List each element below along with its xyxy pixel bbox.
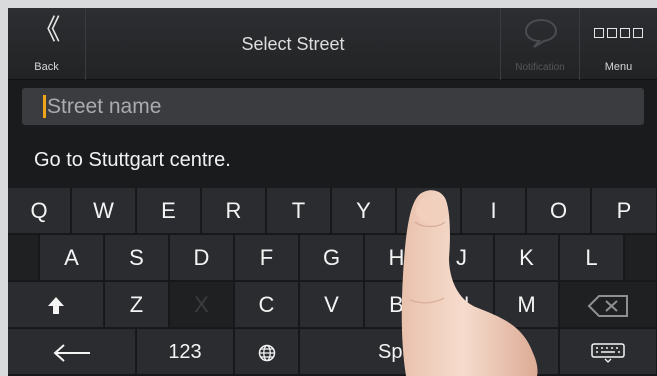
key-h[interactable]: H xyxy=(365,235,429,281)
key-l[interactable]: L xyxy=(560,235,624,281)
key-i[interactable]: I xyxy=(462,188,526,234)
hide-keyboard-key[interactable] xyxy=(560,329,657,375)
key-t[interactable]: T xyxy=(267,188,331,234)
key-w[interactable]: W xyxy=(72,188,136,234)
shift-key[interactable] xyxy=(8,282,104,328)
key-j[interactable]: J xyxy=(430,235,494,281)
numbers-key[interactable]: 123 xyxy=(137,329,234,375)
four-squares-icon xyxy=(580,28,657,40)
key-p[interactable]: P xyxy=(592,188,657,234)
notification-label: Notification xyxy=(515,62,565,73)
key-d[interactable]: D xyxy=(170,235,234,281)
notification-button[interactable]: Notification xyxy=(500,8,579,80)
back-label: Back xyxy=(34,61,59,73)
key-c[interactable]: C xyxy=(235,282,299,328)
backspace-icon xyxy=(587,295,628,318)
key-q[interactable]: Q xyxy=(8,188,71,234)
shift-arrow-icon xyxy=(47,297,64,315)
key-m[interactable]: M xyxy=(495,282,559,328)
key-k[interactable]: K xyxy=(495,235,559,281)
speech-bubble-icon xyxy=(524,18,558,48)
page-title: Select Street xyxy=(241,34,345,54)
key-spacer-left xyxy=(8,235,39,281)
keyboard-icon xyxy=(591,343,625,364)
language-key[interactable] xyxy=(235,329,299,375)
on-screen-keyboard: Q W E R T Y U I O P A S D F G H J K L Z … xyxy=(8,188,657,376)
header-bar: 《 Back Select Street Notification Menu xyxy=(8,8,657,80)
key-g[interactable]: G xyxy=(300,235,364,281)
key-y[interactable]: Y xyxy=(332,188,396,234)
key-s[interactable]: S xyxy=(105,235,169,281)
text-cursor xyxy=(43,95,46,118)
back-button[interactable]: 《 Back xyxy=(8,8,86,80)
key-spacer-right xyxy=(625,235,657,281)
key-n[interactable]: N xyxy=(430,282,494,328)
key-x[interactable]: X xyxy=(170,282,234,328)
key-r[interactable]: R xyxy=(202,188,266,234)
key-z[interactable]: Z xyxy=(105,282,169,328)
arrow-left-icon xyxy=(52,344,90,362)
double-chevron-left-icon: 《 xyxy=(32,14,61,45)
suggestion-go-to-centre[interactable]: Go to Stuttgart centre. xyxy=(8,132,657,188)
globe-icon xyxy=(258,344,275,362)
key-a[interactable]: A xyxy=(40,235,104,281)
key-e[interactable]: E xyxy=(137,188,201,234)
key-u[interactable]: U xyxy=(397,188,461,234)
street-search-field[interactable] xyxy=(22,88,644,125)
street-name-input[interactable] xyxy=(47,88,627,125)
key-v[interactable]: V xyxy=(300,282,364,328)
backspace-key[interactable] xyxy=(560,282,657,328)
key-b[interactable]: B xyxy=(365,282,429,328)
key-f[interactable]: F xyxy=(235,235,299,281)
menu-label: Menu xyxy=(604,61,633,73)
menu-button[interactable]: Menu xyxy=(579,8,657,80)
arrow-left-key[interactable] xyxy=(8,329,136,375)
navigation-screen: 《 Back Select Street Notification Menu G… xyxy=(8,8,657,376)
key-o[interactable]: O xyxy=(527,188,591,234)
space-key[interactable]: Space xyxy=(300,329,559,375)
